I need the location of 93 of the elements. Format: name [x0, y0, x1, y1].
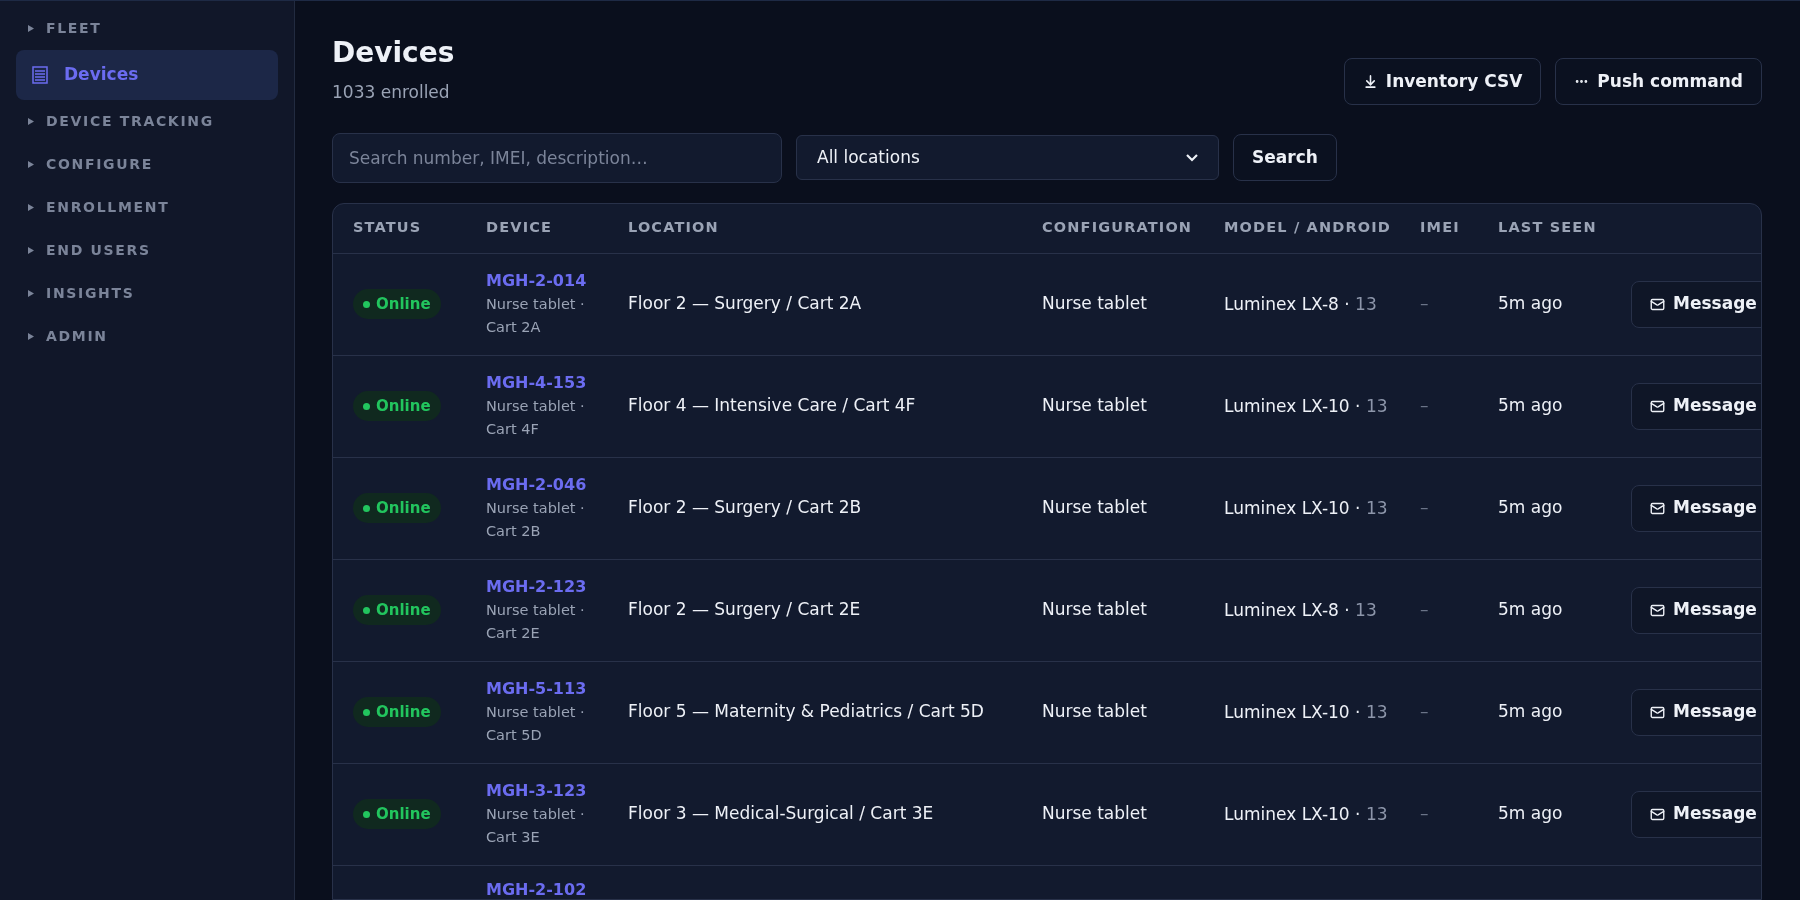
message-button[interactable]: Message: [1631, 382, 1761, 430]
sidebar-section[interactable]: DEVICE TRACKING: [0, 100, 294, 143]
status-badge: Online: [353, 799, 441, 829]
configuration-cell: Nurse tablet: [1042, 803, 1147, 824]
search-field[interactable]: Search number, IMEI, description…: [332, 132, 782, 183]
column-header: LAST SEEN: [1498, 218, 1598, 238]
device-link[interactable]: MGH-4-153: [486, 371, 616, 395]
device-link[interactable]: MGH-2-123: [486, 575, 616, 599]
model-cell: Luminex LX-8 · 13: [1224, 599, 1377, 620]
message-button[interactable]: Message: [1631, 484, 1761, 532]
sidebar-section[interactable]: FLEET: [0, 7, 294, 50]
device-description: Nurse tablet · Cart 2A: [486, 295, 586, 337]
model-cell: Luminex LX-10 · 13: [1224, 701, 1388, 722]
caret-icon: [28, 204, 34, 211]
chevron-down-icon: [1186, 153, 1198, 162]
device-link[interactable]: MGH-2-102: [486, 877, 616, 899]
mail-icon: [1650, 500, 1665, 516]
last-seen-cell: 5m ago: [1498, 395, 1563, 416]
page-title: Devices: [332, 35, 455, 70]
imei-cell: –: [1420, 497, 1429, 518]
mail-icon: [1650, 806, 1665, 822]
caret-icon: [28, 333, 34, 340]
last-seen-cell: 5m ago: [1498, 293, 1563, 314]
device-link[interactable]: MGH-2-014: [486, 269, 616, 293]
sidebar-section[interactable]: END USERS: [0, 229, 294, 272]
device-description: Nurse tablet · Cart 2B: [486, 499, 586, 541]
download-button[interactable]: Inventory CSV: [1343, 58, 1542, 105]
last-seen-cell: 5m ago: [1498, 701, 1563, 722]
imei-cell: –: [1420, 803, 1429, 824]
configuration-cell: Nurse tablet: [1042, 599, 1147, 620]
caret-icon: [28, 25, 34, 32]
model-cell: Luminex LX-10 · 13: [1224, 497, 1388, 518]
list-icon: [32, 66, 48, 84]
device-description: Nurse tablet · Cart 2E: [486, 601, 586, 643]
model-cell: Luminex LX-8 · 13: [1224, 293, 1377, 314]
sidebar-section[interactable]: INSIGHTS: [0, 272, 294, 315]
caret-icon: [28, 290, 34, 297]
imei-cell: –: [1420, 395, 1429, 416]
device-description: Nurse tablet · Cart 4F: [486, 397, 586, 439]
sidebar-section[interactable]: ENROLLMENT: [0, 186, 294, 229]
caret-icon: [28, 247, 34, 254]
configuration-cell: Nurse tablet: [1042, 497, 1147, 518]
device-description: Nurse tablet · Cart 5D: [486, 703, 586, 745]
column-header: MODEL / ANDROID: [1224, 218, 1393, 238]
configuration-cell: Nurse tablet: [1042, 395, 1147, 416]
last-seen-cell: 5m ago: [1498, 599, 1563, 620]
last-seen-cell: 5m ago: [1498, 497, 1563, 518]
device-description: Nurse tablet · Cart 3E: [486, 805, 586, 847]
status-badge: Online: [353, 697, 441, 727]
device-link[interactable]: MGH-3-123: [486, 779, 616, 803]
caret-icon: [28, 118, 34, 125]
message-button[interactable]: Message: [1631, 586, 1761, 634]
mail-icon: [1650, 704, 1665, 720]
last-seen-cell: 5m ago: [1498, 803, 1563, 824]
sidebar-section[interactable]: CONFIGURE: [0, 143, 294, 186]
column-header: STATUS: [353, 218, 423, 238]
location-select[interactable]: All locations: [796, 135, 1219, 180]
configuration-cell: Nurse tablet: [1042, 293, 1147, 314]
download-icon: [1362, 74, 1378, 89]
status-badge: Online: [353, 391, 441, 421]
search-button[interactable]: Search: [1233, 134, 1337, 181]
column-header: IMEI: [1420, 218, 1461, 238]
mail-icon: [1650, 398, 1665, 414]
imei-cell: –: [1420, 599, 1429, 620]
column-header: CONFIGURATION: [1042, 218, 1194, 238]
configuration-cell: Nurse tablet: [1042, 701, 1147, 722]
column-header: LOCATION: [628, 218, 720, 238]
model-cell: Luminex LX-10 · 13: [1224, 395, 1388, 416]
location-cell: Floor 2 — Surgery / Cart 2A: [628, 293, 862, 314]
location-cell: Floor 2 — Surgery / Cart 2E: [628, 599, 861, 620]
device-link[interactable]: MGH-5-113: [486, 677, 616, 701]
imei-cell: –: [1420, 293, 1429, 314]
location-cell: Floor 3 — Medical-Surgical / Cart 3E: [628, 803, 934, 824]
message-button[interactable]: Message: [1631, 688, 1761, 736]
mail-icon: [1650, 296, 1665, 312]
message-button[interactable]: Message: [1631, 280, 1761, 328]
location-cell: Floor 2 — Surgery / Cart 2B: [628, 497, 862, 518]
device-link[interactable]: MGH-2-046: [486, 473, 616, 497]
enrolled-count: 1033 enrolled: [332, 81, 451, 104]
column-header: DEVICE: [486, 218, 554, 238]
status-badge: Online: [353, 595, 441, 625]
model-cell: Luminex LX-10 · 13: [1224, 803, 1388, 824]
imei-cell: –: [1420, 701, 1429, 722]
command-button[interactable]: Push command: [1555, 58, 1762, 105]
mail-icon: [1650, 602, 1665, 618]
message-button[interactable]: Message: [1631, 790, 1761, 838]
status-badge: Online: [353, 289, 441, 319]
status-badge: Online: [353, 493, 441, 523]
caret-icon: [28, 161, 34, 168]
sidebar-item[interactable]: Devices: [16, 50, 278, 100]
location-cell: Floor 5 — Maternity & Pediatrics / Cart 5D: [628, 701, 984, 722]
location-cell: Floor 4 — Intensive Care / Cart 4F: [628, 395, 916, 416]
sidebar-section[interactable]: ADMIN: [0, 315, 294, 358]
